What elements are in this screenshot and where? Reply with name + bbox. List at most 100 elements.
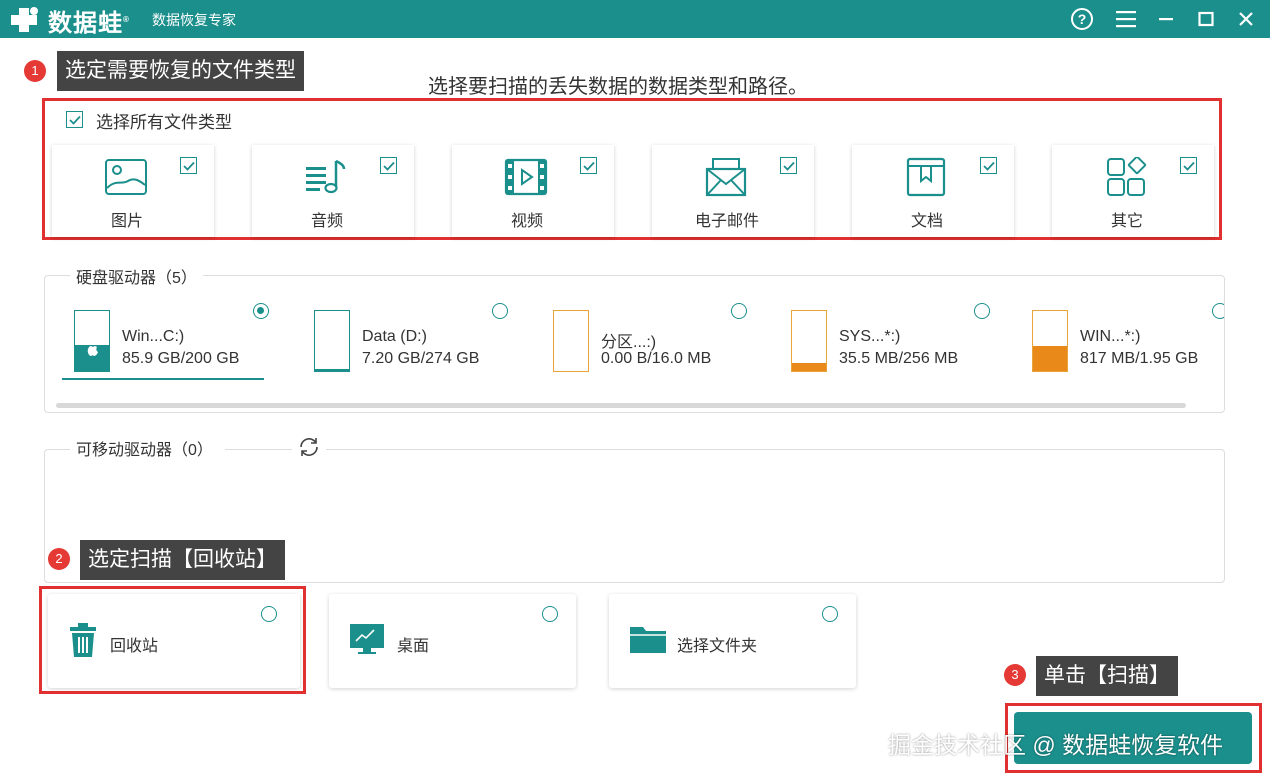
email-icon bbox=[705, 158, 747, 197]
file-type-label: 音频 bbox=[310, 213, 343, 230]
menu-icon bbox=[1116, 11, 1136, 28]
drive-radio[interactable] bbox=[731, 303, 747, 319]
drive-size: 817 MB/1.95 GB bbox=[1080, 350, 1199, 367]
file-type-card-email[interactable]: 电子邮件 bbox=[652, 145, 814, 237]
file-type-card-audio[interactable]: 音频 bbox=[252, 145, 414, 237]
folder-icon bbox=[630, 627, 666, 653]
file-type-checkbox[interactable] bbox=[380, 157, 397, 174]
document-icon bbox=[906, 157, 946, 197]
file-type-label: 图片 bbox=[110, 213, 143, 230]
step1-annotation: 选定需要恢复的文件类型 bbox=[57, 51, 304, 91]
location-label: 桌面 bbox=[397, 638, 430, 655]
step3-badge: 3 bbox=[1004, 664, 1026, 686]
check-icon bbox=[982, 161, 995, 171]
watermark-text: 掘金技术社区 @ 数据蛙恢复软件 bbox=[888, 732, 1224, 758]
removable-drives-text: 可移动驱动器（0） bbox=[76, 442, 213, 459]
page-heading: 选择要扫描的丢失数据的数据类型和路径。 bbox=[428, 76, 808, 98]
check-icon bbox=[68, 115, 81, 125]
drive-item[interactable]: SYS...*:) 35.5 MB/256 MB bbox=[791, 300, 981, 380]
minimize-icon bbox=[1159, 18, 1173, 21]
location-radio[interactable] bbox=[542, 606, 558, 622]
maximize-icon bbox=[1198, 11, 1214, 27]
check-icon bbox=[782, 161, 795, 171]
select-all-label: 选择所有文件类型 bbox=[96, 113, 232, 132]
music-icon bbox=[306, 159, 346, 194]
drives-scrollbar[interactable] bbox=[56, 403, 1186, 408]
step1-badge: 1 bbox=[24, 60, 46, 82]
drive-usage-fill bbox=[1033, 346, 1067, 371]
drive-usage-fill bbox=[315, 369, 349, 371]
drive-size: 85.9 GB/200 GB bbox=[122, 350, 240, 367]
location-radio[interactable] bbox=[822, 606, 838, 622]
drive-radio-clip bbox=[1212, 303, 1224, 319]
help-icon: ? bbox=[1071, 8, 1093, 30]
maximize-button[interactable] bbox=[1192, 6, 1220, 32]
desktop-icon bbox=[350, 624, 384, 654]
drive-item[interactable]: 分区...:) 0.00 B/16.0 MB bbox=[553, 300, 743, 380]
logo-icon bbox=[11, 7, 38, 32]
file-type-checkbox[interactable] bbox=[1180, 157, 1197, 174]
drive-usage-bar bbox=[1032, 310, 1068, 372]
drive-size: 35.5 MB/256 MB bbox=[839, 350, 959, 367]
close-button[interactable] bbox=[1232, 6, 1260, 32]
drive-usage-bar bbox=[553, 310, 589, 372]
drive-usage-bar bbox=[314, 310, 350, 372]
app-logo-text: 数据蛙® bbox=[48, 3, 130, 38]
drive-item[interactable]: WIN...*:) 817 MB/1.95 GB bbox=[1032, 300, 1212, 380]
close-icon bbox=[1239, 12, 1253, 26]
file-type-card-image[interactable]: 图片 bbox=[52, 145, 214, 237]
file-type-checkbox[interactable] bbox=[180, 157, 197, 174]
location-label: 选择文件夹 bbox=[677, 638, 758, 655]
step2-annotation: 选定扫描【回收站】 bbox=[80, 540, 285, 580]
location-select-folder[interactable]: 选择文件夹 bbox=[609, 594, 856, 688]
drive-radio[interactable] bbox=[1212, 303, 1224, 319]
step2-badge: 2 bbox=[48, 548, 70, 570]
app-logo-name: 数据蛙 bbox=[48, 10, 123, 37]
drive-size: 7.20 GB/274 GB bbox=[362, 350, 480, 367]
drive-name: Win...C:) bbox=[122, 328, 185, 345]
check-icon bbox=[382, 161, 395, 171]
windows-drive-icon bbox=[87, 342, 98, 356]
recycle-bin-highlight bbox=[39, 586, 306, 694]
selected-underline bbox=[62, 378, 264, 380]
drive-radio[interactable] bbox=[974, 303, 990, 319]
drive-usage-fill bbox=[792, 362, 826, 371]
drive-radio[interactable] bbox=[253, 303, 269, 319]
file-type-card-video[interactable]: 视频 bbox=[452, 145, 614, 237]
file-type-label: 电子邮件 bbox=[694, 213, 759, 230]
file-type-label: 文档 bbox=[910, 213, 943, 230]
check-icon bbox=[1182, 161, 1195, 171]
file-type-card-other[interactable]: 其它 bbox=[1052, 145, 1214, 237]
refresh-button[interactable] bbox=[292, 434, 326, 460]
select-all-checkbox[interactable] bbox=[66, 111, 83, 128]
removable-drives-label: 可移动驱动器（0） bbox=[70, 436, 225, 460]
app-subtitle: 数据恢复专家 bbox=[152, 12, 236, 28]
drive-radio[interactable] bbox=[492, 303, 508, 319]
minimize-button[interactable] bbox=[1152, 6, 1180, 32]
svg-text:?: ? bbox=[1078, 11, 1087, 27]
registered-mark: ® bbox=[123, 15, 130, 24]
video-icon bbox=[504, 158, 548, 196]
help-button[interactable]: ? bbox=[1068, 6, 1096, 32]
file-type-card-document[interactable]: 文档 bbox=[852, 145, 1014, 237]
file-type-checkbox[interactable] bbox=[780, 157, 797, 174]
drive-name: SYS...*:) bbox=[839, 328, 901, 345]
drive-item[interactable]: Win...C:) 85.9 GB/200 GB bbox=[62, 300, 264, 380]
file-type-checkbox[interactable] bbox=[580, 157, 597, 174]
drive-usage-bar bbox=[74, 310, 110, 372]
drive-size: 0.00 B/16.0 MB bbox=[601, 350, 712, 367]
file-type-checkbox[interactable] bbox=[980, 157, 997, 174]
hard-drives-label: 硬盘驱动器（5） bbox=[70, 264, 203, 288]
step3-annotation: 单击【扫描】 bbox=[1036, 656, 1178, 696]
drive-name: WIN...*:) bbox=[1080, 328, 1141, 345]
menu-button[interactable] bbox=[1112, 6, 1140, 32]
image-icon bbox=[105, 159, 147, 195]
location-desktop[interactable]: 桌面 bbox=[329, 594, 576, 688]
drive-item[interactable]: Data (D:) 7.20 GB/274 GB bbox=[314, 300, 504, 380]
file-type-label: 其它 bbox=[1110, 213, 1143, 230]
drive-usage-bar bbox=[791, 310, 827, 372]
check-icon bbox=[582, 161, 595, 171]
refresh-icon bbox=[300, 438, 318, 456]
drive-name: 分区...:) bbox=[601, 334, 657, 351]
file-type-label: 视频 bbox=[510, 213, 543, 230]
